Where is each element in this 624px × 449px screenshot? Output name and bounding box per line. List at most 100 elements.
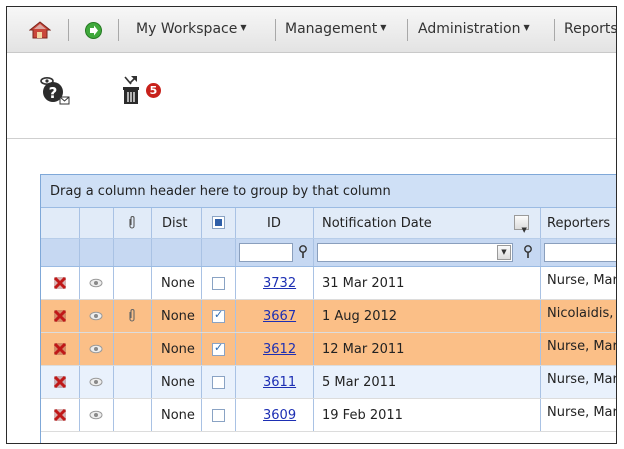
header-select-all[interactable] <box>202 208 236 238</box>
table-row[interactable]: None 3611 5 Mar 2011 Nurse, Mar <box>41 366 617 399</box>
paperclip-icon[interactable] <box>128 308 136 323</box>
attachment-cell <box>114 399 152 431</box>
home-icon[interactable] <box>29 21 51 39</box>
reporter-value: Nurse, Mar <box>547 339 617 354</box>
chevron-down-icon: ▼ <box>380 23 387 32</box>
chevron-down-icon: ▼ <box>240 23 247 32</box>
notification-date-value: 31 Mar 2011 <box>322 276 405 291</box>
delete-icon[interactable] <box>53 309 67 323</box>
row-select-checkbox[interactable] <box>212 409 225 422</box>
notification-date-cell: 12 Mar 2011 <box>314 333 541 365</box>
attachment-cell <box>114 333 152 365</box>
table-row[interactable]: None 3667 1 Aug 2012 Nicolaidis, <box>41 300 616 333</box>
group-by-hint: Drag a column header here to group by th… <box>50 184 391 199</box>
reporter-cell: Nicolaidis, <box>541 300 616 332</box>
grid-filter-row: ▼ <box>41 239 616 267</box>
reporters-filter-input[interactable] <box>544 243 616 262</box>
delete-cell <box>41 399 80 431</box>
id-filter-input[interactable] <box>239 243 293 262</box>
header-label: ID <box>267 216 281 231</box>
attachment-cell <box>114 366 152 398</box>
row-select-checkbox[interactable] <box>212 308 225 323</box>
column-menu-button[interactable]: ▼ <box>514 215 529 234</box>
notification-id-link[interactable]: 3667 <box>263 309 296 324</box>
header-attachment-column[interactable] <box>114 208 152 238</box>
filter-cell-reporters <box>541 239 616 266</box>
table-row[interactable]: None 3732 31 Mar 2011 Nurse, Mar <box>41 267 616 300</box>
notification-date-cell: 19 Feb 2011 <box>314 399 541 431</box>
select-cell <box>202 300 236 332</box>
select-all-checkbox[interactable] <box>212 216 225 229</box>
action-toolbar: ? 5 <box>7 53 616 139</box>
notifications-grid: Drag a column header here to group by th… <box>40 174 617 443</box>
delete-icon[interactable] <box>53 276 67 290</box>
id-cell: 3732 <box>236 267 314 299</box>
header-notification-date[interactable]: Notification Date ▼ <box>314 208 541 238</box>
select-cell <box>202 333 236 365</box>
delete-icon[interactable] <box>53 342 67 356</box>
row-select-checkbox[interactable] <box>212 341 225 356</box>
notification-id-link[interactable]: 3609 <box>263 408 296 423</box>
notification-id-link[interactable]: 3732 <box>263 276 296 291</box>
eye-icon[interactable] <box>89 344 103 354</box>
eye-icon[interactable] <box>89 278 103 288</box>
id-cell: 3611 <box>236 366 314 398</box>
filter-cell-date: ▼ <box>314 239 541 266</box>
filter-cell <box>202 239 236 266</box>
filter-icon[interactable] <box>523 245 533 259</box>
select-cell <box>202 267 236 299</box>
dist-value: None <box>161 408 195 423</box>
reporter-value: Nicolaidis, <box>547 306 614 321</box>
reporter-cell: Nurse, Mar <box>541 366 617 398</box>
id-cell: 3609 <box>236 399 314 431</box>
menu-my-workspace[interactable]: My Workspace ▼ <box>136 21 247 37</box>
select-cell <box>202 366 236 398</box>
delete-cell <box>41 366 80 398</box>
watch-help-notify-icon[interactable]: ? <box>38 76 70 106</box>
watch-cell <box>80 267 114 299</box>
table-row[interactable]: None 3609 19 Feb 2011 Nurse, Mar <box>41 399 616 432</box>
dist-cell: None <box>152 333 202 365</box>
header-watch-column <box>80 208 114 238</box>
dist-value: None <box>161 276 195 291</box>
reporter-value: Nurse, Mar <box>547 372 617 387</box>
delete-icon[interactable] <box>53 375 67 389</box>
watch-cell <box>80 300 114 332</box>
refresh-go-icon[interactable] <box>85 22 102 39</box>
svg-text:?: ? <box>49 84 58 102</box>
notification-date-cell: 31 Mar 2011 <box>314 267 541 299</box>
date-filter-input[interactable] <box>317 243 513 262</box>
chevron-down-icon: ▼ <box>521 226 527 234</box>
header-label: Notification Date <box>322 216 432 231</box>
notification-count-badge: 5 <box>146 83 161 98</box>
menu-label: My Workspace <box>136 21 238 37</box>
dist-cell: None <box>152 300 202 332</box>
row-select-checkbox[interactable] <box>212 376 225 389</box>
delete-icon[interactable] <box>53 408 67 422</box>
table-row[interactable]: None 3612 12 Mar 2011 Nurse, Mar <box>41 333 617 366</box>
dist-cell: None <box>152 366 202 398</box>
notification-date-value: 19 Feb 2011 <box>322 408 403 423</box>
eye-icon[interactable] <box>89 311 103 321</box>
header-reporters[interactable]: Reporters <box>541 208 616 238</box>
row-select-checkbox[interactable] <box>212 277 225 290</box>
header-delete-column <box>41 208 80 238</box>
dist-cell: None <box>152 399 202 431</box>
notification-id-link[interactable]: 3611 <box>263 375 296 390</box>
reporter-cell: Nurse, Mar <box>541 267 616 299</box>
reporter-cell: Nurse, Mar <box>541 399 616 431</box>
header-dist[interactable]: Dist <box>152 208 202 238</box>
header-id[interactable]: ID <box>236 208 314 238</box>
menu-separator <box>407 19 408 41</box>
group-by-drop-zone[interactable]: Drag a column header here to group by th… <box>41 175 616 208</box>
header-label: Reporters <box>547 216 611 231</box>
menu-management[interactable]: Management ▼ <box>285 21 386 37</box>
menu-reports[interactable]: Reports <box>564 21 616 37</box>
delete-unsubscribe-icon[interactable] <box>121 75 143 105</box>
menu-administration[interactable]: Administration ▼ <box>418 21 530 37</box>
date-filter-dropdown[interactable]: ▼ <box>497 245 511 260</box>
eye-icon[interactable] <box>89 377 103 387</box>
eye-icon[interactable] <box>89 410 103 420</box>
filter-icon[interactable] <box>298 245 308 259</box>
notification-id-link[interactable]: 3612 <box>263 342 296 357</box>
